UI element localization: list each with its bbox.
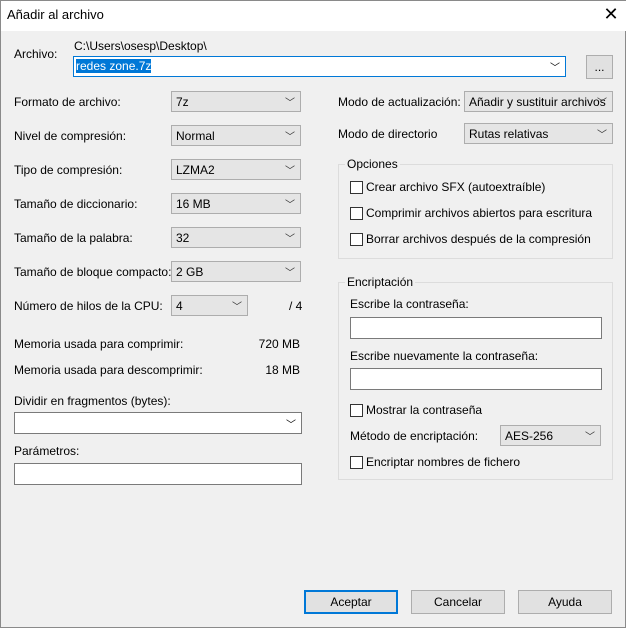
params-label: Parámetros: <box>14 444 80 458</box>
threads-max: / 4 <box>289 299 303 313</box>
method-select[interactable]: LZMA2 ﹀ <box>171 159 301 180</box>
checkbox-icon <box>350 180 363 194</box>
dict-label: Tamaño de diccionario: <box>14 197 138 211</box>
chevron-down-icon: ﹀ <box>285 166 295 177</box>
chevron-down-icon: ﹀ <box>285 132 295 143</box>
archive-name-combo[interactable]: redes zone.7z ﹀ <box>73 56 566 77</box>
sfx-label: Crear archivo SFX (autoextraíble) <box>366 180 546 194</box>
chevron-down-icon: ﹀ <box>597 98 607 109</box>
solid-value: 2 GB <box>176 265 204 279</box>
show-password-label: Mostrar la contraseña <box>366 403 483 417</box>
checkbox-icon <box>350 232 363 246</box>
params-input[interactable] <box>14 463 302 485</box>
ok-button[interactable]: Aceptar <box>304 590 398 614</box>
window-title: Añadir al archivo <box>7 7 104 22</box>
password-input[interactable] <box>350 317 602 339</box>
mem-compress-label: Memoria usada para comprimir: <box>14 337 184 351</box>
threads-value: 4 <box>176 299 183 313</box>
checkbox-icon <box>350 403 363 417</box>
update-value: Añadir y sustituir archivos <box>469 95 606 109</box>
chevron-down-icon: ﹀ <box>285 234 295 245</box>
encryption-method-select[interactable]: AES-256 ﹀ <box>500 425 601 446</box>
dict-value: 16 MB <box>176 197 211 211</box>
level-label: Nivel de compresión: <box>14 129 127 143</box>
mem-decompress-value: 18 MB <box>265 363 300 377</box>
delete-after-label: Borrar archivos después de la compresión <box>366 232 591 246</box>
method-label: Tipo de compresión: <box>14 163 123 177</box>
chevron-down-icon: ﹀ <box>597 130 607 141</box>
word-select[interactable]: 32 ﹀ <box>171 227 301 248</box>
close-icon[interactable]: ✕ <box>599 4 623 25</box>
chevron-down-icon: ﹀ <box>232 302 242 313</box>
chevron-down-icon[interactable]: ﹀ <box>550 59 560 74</box>
archive-label: Archivo: <box>14 47 58 61</box>
show-password-checkbox[interactable]: Mostrar la contraseña <box>350 403 482 417</box>
format-select[interactable]: 7z ﹀ <box>171 91 301 112</box>
encrypt-names-label: Encriptar nombres de fichero <box>366 455 521 469</box>
threads-select[interactable]: 4 ﹀ <box>171 295 248 316</box>
dict-select[interactable]: 16 MB ﹀ <box>171 193 301 214</box>
path-mode-value: Rutas relativas <box>469 127 549 141</box>
format-value: 7z <box>176 95 189 109</box>
level-value: Normal <box>176 129 215 143</box>
chevron-down-icon: ﹀ <box>285 268 295 279</box>
shared-files-label: Comprimir archivos abiertos para escritu… <box>366 206 593 220</box>
update-select[interactable]: Añadir y sustituir archivos ﹀ <box>464 91 613 112</box>
word-label: Tamaño de la palabra: <box>14 231 133 245</box>
delete-after-checkbox[interactable]: Borrar archivos después de la compresión <box>350 232 591 246</box>
split-combo[interactable]: ﹀ <box>14 412 302 434</box>
cancel-button[interactable]: Cancelar <box>411 590 505 614</box>
method-value: LZMA2 <box>176 163 215 177</box>
shared-files-checkbox[interactable]: Comprimir archivos abiertos para escritu… <box>350 206 592 220</box>
solid-select[interactable]: 2 GB ﹀ <box>171 261 301 282</box>
sfx-checkbox[interactable]: Crear archivo SFX (autoextraíble) <box>350 180 545 194</box>
encryption-method-value: AES-256 <box>505 429 554 443</box>
archive-path: C:\Users\osesp\Desktop\ <box>74 39 207 53</box>
solid-label: Tamaño de bloque compacto: <box>14 265 172 279</box>
help-button[interactable]: Ayuda <box>518 590 612 614</box>
path-mode-select[interactable]: Rutas relativas ﹀ <box>464 123 613 144</box>
path-mode-label: Modo de directorio <box>338 127 438 141</box>
checkbox-icon <box>350 455 363 469</box>
repeat-password-input[interactable] <box>350 368 602 390</box>
chevron-down-icon[interactable]: ﹀ <box>286 416 296 431</box>
password-label: Escribe la contraseña: <box>350 297 469 311</box>
repeat-password-label: Escribe nuevamente la contraseña: <box>350 349 539 363</box>
mem-decompress-label: Memoria usada para descomprimir: <box>14 363 203 377</box>
threads-label: Número de hilos de la CPU: <box>14 299 163 313</box>
split-label: Dividir en fragmentos (bytes): <box>14 394 171 408</box>
chevron-down-icon: ﹀ <box>285 98 295 109</box>
chevron-down-icon: ﹀ <box>585 432 595 443</box>
checkbox-icon <box>350 206 363 220</box>
update-label: Modo de actualización: <box>338 95 461 109</box>
mem-compress-value: 720 MB <box>258 337 300 351</box>
archive-name-value: redes zone.7z <box>76 59 152 73</box>
encrypt-names-checkbox[interactable]: Encriptar nombres de fichero <box>350 455 520 469</box>
browse-button[interactable]: ... <box>586 55 613 79</box>
level-select[interactable]: Normal ﹀ <box>171 125 301 146</box>
encryption-title: Encriptación <box>345 275 416 289</box>
encryption-method-label: Método de encriptación: <box>350 429 479 443</box>
format-label: Formato de archivo: <box>14 95 121 109</box>
chevron-down-icon: ﹀ <box>285 200 295 211</box>
options-title: Opciones <box>345 157 400 171</box>
word-value: 32 <box>176 231 190 245</box>
